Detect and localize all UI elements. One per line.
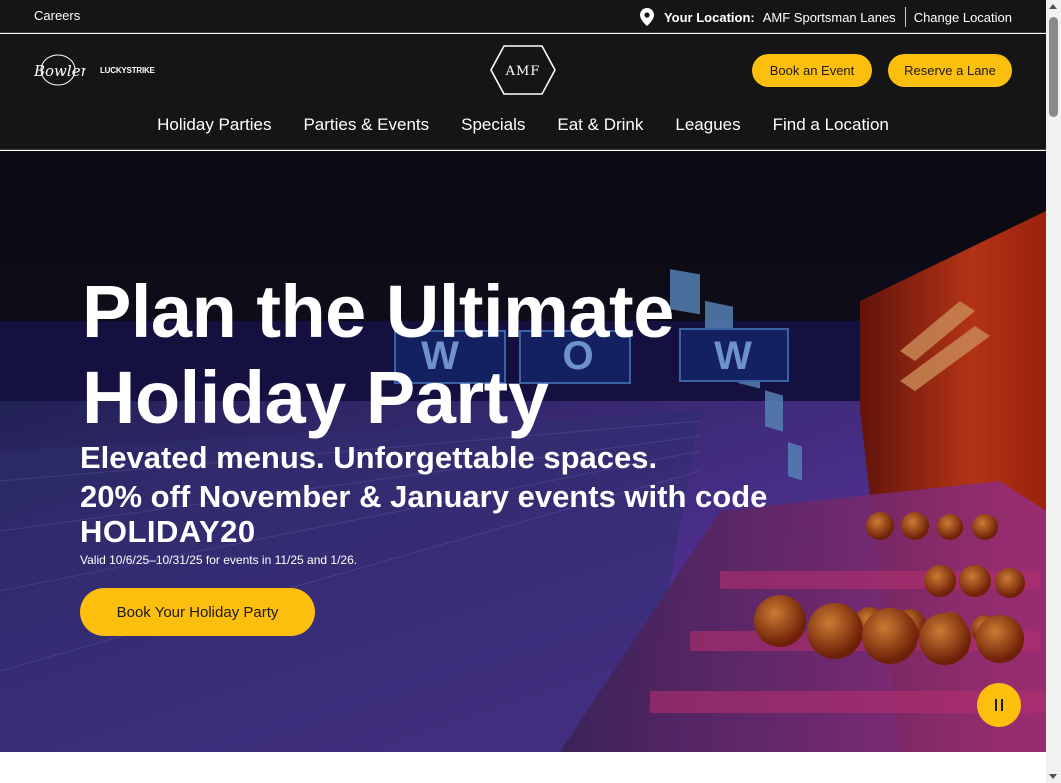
book-holiday-party-button[interactable]: Book Your Holiday Party <box>80 588 315 636</box>
location-name: AMF Sportsman Lanes <box>762 9 896 25</box>
careers-link[interactable]: Careers <box>34 8 80 23</box>
change-location-link[interactable]: Change Location <box>914 10 1012 25</box>
amf-logo[interactable]: AMF <box>489 44 557 96</box>
hero-title: Plan the Ultimate Holiday Party <box>82 270 674 439</box>
main-header: Bowlero LUCKYSTRIKE AMF Book an Event Re… <box>0 34 1046 150</box>
page: Careers Your Location: AMF Sportsman Lan… <box>0 0 1046 783</box>
hero-subtitle: Elevated menus. Unforgettable spaces. 20… <box>80 438 840 516</box>
bowlero-logo-text: Bowlero <box>34 62 86 80</box>
promo-validity: Valid 10/6/25–10/31/25 for events in 11/… <box>80 553 358 567</box>
book-event-button[interactable]: Book an Event <box>752 54 872 87</box>
location-divider <box>904 7 906 27</box>
scroll-up-icon[interactable] <box>1049 4 1057 9</box>
reserve-lane-button[interactable]: Reserve a Lane <box>888 54 1012 87</box>
nav-item-leagues[interactable]: Leagues <box>659 114 756 136</box>
pause-icon[interactable] <box>977 683 1021 727</box>
hero-subtitle-line: 20% off November & January events with c… <box>80 479 768 514</box>
utility-bar: Careers Your Location: AMF Sportsman Lan… <box>0 0 1046 33</box>
hero-subtitle-line: Elevated menus. Unforgettable spaces. <box>80 440 658 475</box>
nav-item-specials[interactable]: Specials <box>445 114 541 136</box>
amf-logo-text: AMF <box>505 64 541 79</box>
hero-banner: W O W Plan the Ultimate Holiday Party El… <box>0 151 1046 752</box>
location-pin-icon <box>639 8 654 26</box>
scrollbar-thumb[interactable] <box>1049 17 1058 117</box>
nav-item-parties-events[interactable]: Parties & Events <box>287 114 445 136</box>
nav-item-holiday-parties[interactable]: Holiday Parties <box>141 114 287 136</box>
lucky-strike-logo[interactable]: LUCKYSTRIKE <box>100 66 155 75</box>
scroll-down-icon[interactable] <box>1049 774 1057 779</box>
nav-item-eat-drink[interactable]: Eat & Drink <box>541 114 659 136</box>
location-label: Your Location: <box>663 9 755 25</box>
bowlero-logo[interactable]: Bowlero <box>34 52 86 86</box>
scrollbar[interactable] <box>1046 0 1061 783</box>
promo-code: HOLIDAY20 <box>80 514 256 549</box>
main-nav: Holiday Parties Parties & Events Special… <box>0 114 1046 136</box>
location-selector: Your Location: AMF Sportsman Lanes Chang… <box>639 6 1012 28</box>
nav-item-find-location[interactable]: Find a Location <box>757 114 905 136</box>
